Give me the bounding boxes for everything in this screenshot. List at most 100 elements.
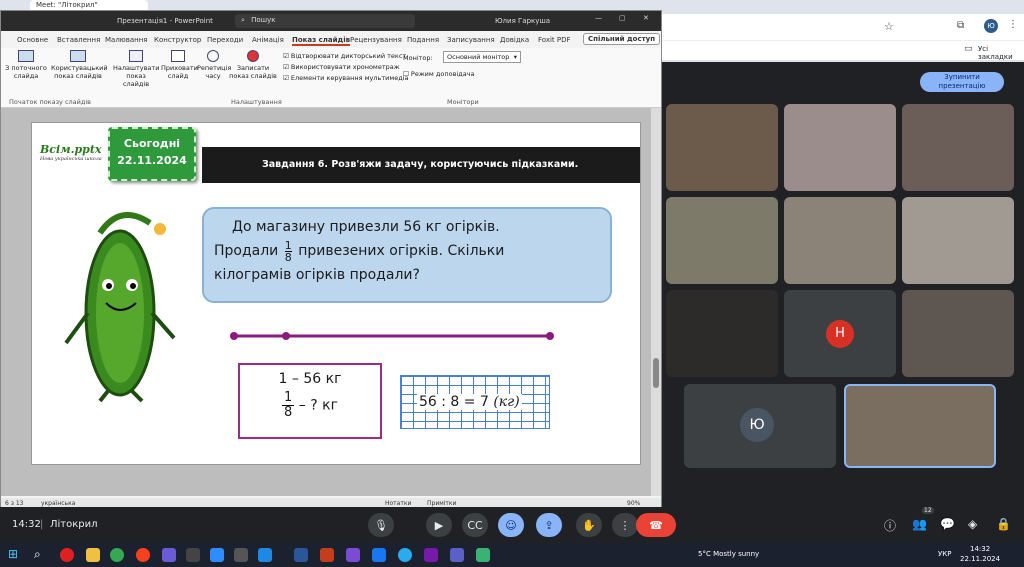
ppt-search-input[interactable]: ⌕ Пошук xyxy=(235,14,415,28)
video-tile[interactable] xyxy=(784,197,896,284)
app-icon[interactable] xyxy=(346,548,360,562)
tab-record[interactable]: Записування xyxy=(447,36,495,44)
vertical-scrollbar[interactable] xyxy=(651,108,661,496)
tab-slideshow[interactable]: Показ слайдів xyxy=(292,36,351,46)
address-bar[interactable]: ☆ ⧉ Ю ⋮ xyxy=(662,14,1024,40)
app-icon[interactable] xyxy=(258,548,272,562)
lock-icon[interactable]: 🔒 xyxy=(996,517,1011,531)
powerpoint-icon[interactable] xyxy=(320,548,334,562)
tab-animations[interactable]: Анімація xyxy=(252,36,284,44)
group-label: Початок показу слайдів xyxy=(9,98,92,106)
video-tile[interactable] xyxy=(666,197,778,284)
reactions-button[interactable]: ☺ xyxy=(498,513,524,537)
group-label: Налаштування xyxy=(231,98,282,106)
cucumber-illustration xyxy=(64,212,176,403)
video-tile[interactable] xyxy=(666,290,778,377)
slide: Всім.pptx Нова українська школа Сьогодні… xyxy=(31,122,641,465)
share-button[interactable]: Спільний доступ xyxy=(583,33,661,45)
present-button[interactable]: ⇪ xyxy=(536,513,562,537)
all-bookmarks[interactable]: Усі закладки xyxy=(978,45,1024,61)
telegram-icon[interactable] xyxy=(398,548,412,562)
custom-show-button[interactable]: Користувацький показ слайдів xyxy=(51,50,108,80)
tab-review[interactable]: Рецензування xyxy=(350,36,402,44)
maximize-icon[interactable]: ▢ xyxy=(619,14,626,22)
info-icon[interactable]: ⓘ xyxy=(884,517,896,534)
scroll-thumb[interactable] xyxy=(653,358,659,388)
raise-hand-button[interactable]: ✋ xyxy=(576,513,602,537)
weather-widget[interactable]: 5°C Mostly sunny xyxy=(698,550,759,558)
star-icon[interactable]: ☆ xyxy=(884,20,894,33)
setup-icon xyxy=(129,50,143,62)
tab-draw[interactable]: Малювання xyxy=(105,36,147,44)
slide-canvas: Всім.pptx Нова українська школа Сьогодні… xyxy=(1,108,661,496)
captions-button[interactable]: CC xyxy=(462,513,488,537)
setup-show-button[interactable]: Налаштувати показ слайдів xyxy=(113,50,159,88)
narration-checkbox[interactable]: ☑ Відтворювати дикторський текст xyxy=(283,52,406,60)
video-tile[interactable]: Н xyxy=(784,290,896,377)
chrome-icon[interactable] xyxy=(110,548,124,562)
tab-transitions[interactable]: Переходи xyxy=(207,36,243,44)
meet-grid: Зупинити презентацію Н Ю xyxy=(662,62,1024,507)
monitor-select[interactable]: Основний монітор ▾ xyxy=(443,51,521,63)
profile-avatar[interactable]: Ю xyxy=(984,19,998,33)
settings-icon[interactable] xyxy=(234,548,248,562)
chat-icon[interactable]: 💬 xyxy=(940,517,955,531)
calculator-icon[interactable] xyxy=(186,548,200,562)
hide-slide-button[interactable]: Приховати слайд xyxy=(161,50,198,80)
yandex-icon[interactable] xyxy=(136,548,150,562)
camera-button[interactable]: ▶ xyxy=(426,513,452,537)
rehearse-button[interactable]: Репетиція часу xyxy=(197,50,231,80)
app-icon[interactable] xyxy=(476,548,490,562)
video-tile[interactable] xyxy=(902,104,1014,191)
zoom-level[interactable]: 90% xyxy=(627,500,640,507)
app-icon[interactable] xyxy=(372,548,386,562)
word-icon[interactable] xyxy=(294,548,308,562)
people-icon[interactable]: 👥 xyxy=(912,517,927,531)
notes-button[interactable]: Нотатки xyxy=(385,500,411,507)
stop-presenting-button[interactable]: Зупинити презентацію xyxy=(920,72,1004,92)
clock-date[interactable]: 22.11.2024 xyxy=(960,555,1000,563)
meet-controls: 14:32 | Літокрил 🎙 ▶ CC ☺ ⇪ ✋ ⋮ ☎ ⓘ 👥 12… xyxy=(0,507,1024,543)
activities-icon[interactable]: ◈ xyxy=(968,517,977,531)
leave-call-button[interactable]: ☎ xyxy=(636,513,676,537)
media-icon[interactable] xyxy=(450,548,464,562)
keyboard-language[interactable]: УКР xyxy=(938,550,951,558)
zoom-icon[interactable] xyxy=(210,548,224,562)
problem-line-2: Продали 1 8 привезених огірків. Скільки xyxy=(214,238,505,264)
tab-foxit[interactable]: Foxit PDF xyxy=(538,36,571,44)
tab-home[interactable]: Основне xyxy=(17,36,48,44)
files-icon[interactable] xyxy=(86,548,100,562)
minimize-icon[interactable]: — xyxy=(595,14,602,22)
tab-view[interactable]: Подання xyxy=(407,36,439,44)
timings-checkbox[interactable]: ☑ Використовувати хронометраж xyxy=(283,63,400,71)
from-current-button[interactable]: З поточного слайда xyxy=(5,50,47,80)
onenote-icon[interactable] xyxy=(424,548,438,562)
search-icon[interactable]: ⌕ xyxy=(34,547,41,562)
extensions-icon[interactable]: ⧉ xyxy=(957,20,964,31)
record-show-button[interactable]: Записати показ слайдів xyxy=(229,50,277,80)
presenter-view-checkbox[interactable]: ☐ Режим доповідача xyxy=(403,70,475,78)
video-tile[interactable]: Ю xyxy=(684,384,836,468)
more-options-button[interactable]: ⋮ xyxy=(612,513,638,537)
video-tile[interactable] xyxy=(666,104,778,191)
tab-label: Meet: "Літокрил" xyxy=(36,1,98,9)
video-tile[interactable] xyxy=(902,197,1014,284)
close-icon[interactable]: ✕ xyxy=(643,14,649,22)
ribbon: З поточного слайда Користувацький показ … xyxy=(1,48,661,108)
menu-icon[interactable]: ⋮ xyxy=(1008,19,1018,30)
slideshow-icon xyxy=(18,50,34,62)
tab-help[interactable]: Довідка xyxy=(500,36,529,44)
app-icon[interactable] xyxy=(162,548,176,562)
tab-design[interactable]: Конструктор xyxy=(154,36,201,44)
search-icon: ⌕ xyxy=(241,16,245,24)
opera-icon[interactable] xyxy=(60,548,74,562)
start-icon[interactable]: ⊞ xyxy=(8,547,18,561)
comments-button[interactable]: Примітки xyxy=(427,500,456,507)
video-tile-self[interactable] xyxy=(844,384,996,468)
tab-insert[interactable]: Вставлення xyxy=(57,36,100,44)
clock-time[interactable]: 14:32 xyxy=(970,545,990,553)
mic-button[interactable]: 🎙 xyxy=(368,513,394,537)
video-tile[interactable] xyxy=(902,290,1014,377)
video-tile[interactable] xyxy=(784,104,896,191)
media-controls-checkbox[interactable]: ☑ Елементи керування мультимедіа xyxy=(283,74,409,82)
